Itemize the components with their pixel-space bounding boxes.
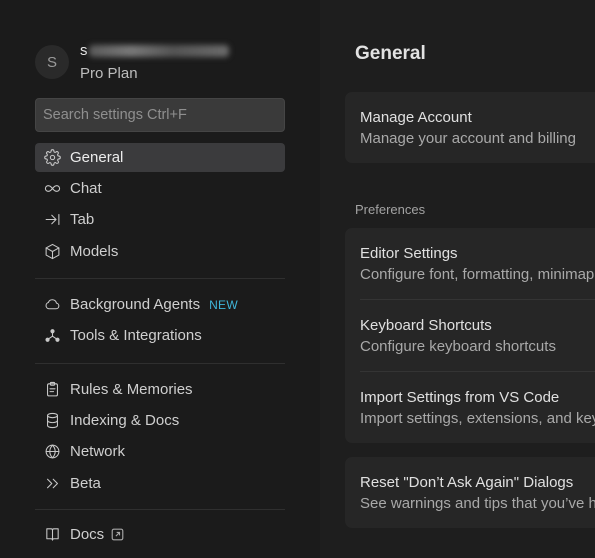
clipboard-icon (35, 375, 70, 404)
page-title: General (355, 43, 426, 64)
row-description: See warnings and tips that you’ve h (360, 495, 595, 512)
sidebar-item-label: General (70, 149, 124, 166)
arrow-to-line-icon (35, 205, 70, 234)
sidebar-item-label: Indexing & Docs (70, 412, 180, 429)
database-icon (35, 406, 70, 435)
infinity-icon (35, 174, 70, 203)
external-link-icon (111, 528, 124, 541)
search-input[interactable] (35, 98, 285, 132)
user-email: s (80, 42, 229, 59)
sidebar-item-rules-memories[interactable]: Rules & Memories (35, 375, 285, 404)
sidebar-item-tab[interactable]: Tab (35, 205, 285, 234)
preferences-section-label: Preferences (355, 202, 426, 217)
sidebar-item-beta[interactable]: Beta (35, 469, 285, 498)
double-chevron-right-icon (35, 469, 70, 498)
sidebar-divider (35, 278, 285, 279)
sidebar-item-label: Network (70, 443, 126, 460)
row-title: Manage Account (360, 109, 472, 126)
row-description: Manage your account and billing (360, 130, 576, 147)
sidebar-item-label: Docs (70, 526, 105, 543)
row-title: Reset "Don’t Ask Again" Dialogs (360, 474, 574, 491)
sidebar-item-docs[interactable]: Docs (35, 520, 285, 549)
sidebar-item-label: Tools & Integrations (70, 327, 202, 344)
book-icon (35, 520, 70, 549)
row-title: Keyboard Shortcuts (360, 317, 492, 334)
account-card: Manage Account Manage your account and b… (345, 92, 595, 163)
sidebar-item-models[interactable]: Models (35, 237, 285, 266)
row-description: Configure font, formatting, minimap (360, 266, 595, 283)
cloud-icon (35, 290, 70, 319)
new-badge: NEW (209, 297, 238, 312)
row-title: Editor Settings (360, 245, 458, 262)
sidebar-item-general[interactable]: General (35, 143, 285, 172)
import-vscode-settings-row[interactable]: Import Settings from VS Code Import sett… (345, 372, 595, 443)
email-redacted (88, 45, 229, 58)
sidebar-item-chat[interactable]: Chat (35, 174, 285, 203)
reset-dialogs-row[interactable]: Reset "Don’t Ask Again" Dialogs See warn… (345, 457, 595, 528)
row-title: Import Settings from VS Code (360, 389, 560, 406)
plan-label: Pro Plan (80, 65, 138, 82)
sidebar-item-network[interactable]: Network (35, 437, 285, 466)
row-description: Import settings, extensions, and key (360, 410, 595, 427)
editor-settings-row[interactable]: Editor Settings Configure font, formatti… (345, 228, 595, 299)
sidebar-item-background-agents[interactable]: Background Agents NEW (35, 290, 285, 319)
sidebar-divider (35, 363, 285, 364)
gear-icon (35, 143, 70, 172)
preferences-card: Editor Settings Configure font, formatti… (345, 228, 595, 443)
sidebar-item-label: Tab (70, 211, 95, 228)
globe-icon (35, 437, 70, 466)
email-prefix: s (80, 42, 88, 59)
sidebar-item-label: Rules & Memories (70, 381, 193, 398)
sidebar-item-label: Chat (70, 180, 102, 197)
nodes-icon (35, 321, 70, 350)
settings-sidebar: S s Pro Plan General Chat Tab Models Bac… (0, 0, 320, 558)
sidebar-item-label: Models (70, 243, 119, 260)
sidebar-item-indexing-docs[interactable]: Indexing & Docs (35, 406, 285, 435)
sidebar-divider (35, 509, 285, 510)
manage-account-row[interactable]: Manage Account Manage your account and b… (345, 92, 595, 163)
row-description: Configure keyboard shortcuts (360, 338, 556, 355)
avatar: S (35, 45, 69, 79)
reset-dialogs-card: Reset "Don’t Ask Again" Dialogs See warn… (345, 457, 595, 528)
cube-icon (35, 237, 70, 266)
sidebar-item-label: Background Agents (70, 296, 201, 313)
settings-content: General Manage Account Manage your accou… (320, 0, 595, 558)
sidebar-item-label: Beta (70, 475, 101, 492)
sidebar-item-tools-integrations[interactable]: Tools & Integrations (35, 321, 285, 350)
keyboard-shortcuts-row[interactable]: Keyboard Shortcuts Configure keyboard sh… (345, 300, 595, 371)
